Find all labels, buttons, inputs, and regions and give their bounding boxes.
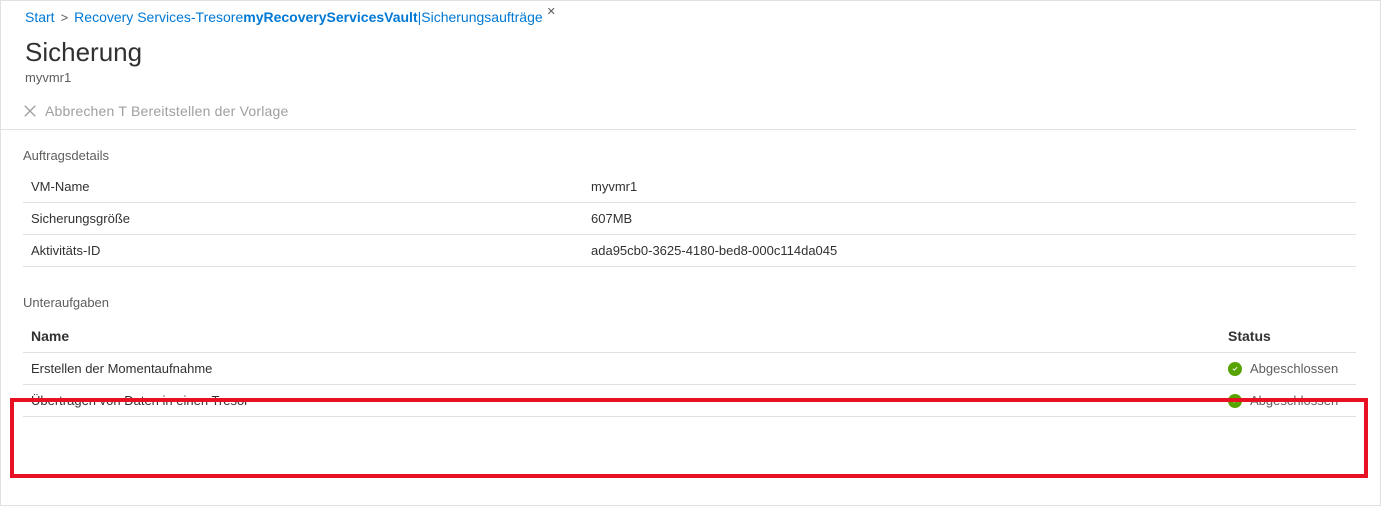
subtasks-section-label: Unteraufgaben <box>1 267 1380 318</box>
breadcrumb-vaults[interactable]: Recovery Services-Tresore <box>74 9 243 25</box>
check-circle-icon <box>1228 394 1242 408</box>
detail-key: Sicherungsgröße <box>31 211 591 226</box>
subtasks-header-status[interactable]: Status <box>1228 328 1348 344</box>
details-section-label: Auftragsdetails <box>1 130 1380 171</box>
cancel-deploy-label: Abbrechen T Bereitstellen der Vorlage <box>45 103 288 119</box>
toolbar: Abbrechen T Bereitstellen der Vorlage <box>1 97 1356 130</box>
subtasks-table: Name Status Erstellen der Momentaufnahme… <box>23 318 1356 417</box>
chevron-right-icon: > <box>61 10 69 25</box>
subtask-status-text: Abgeschlossen <box>1250 393 1338 408</box>
subtasks-header-row: Name Status <box>23 318 1356 353</box>
close-icon[interactable]: ✕ <box>547 5 556 18</box>
subtask-status-text: Abgeschlossen <box>1250 361 1338 376</box>
detail-key: Aktivitäts-ID <box>31 243 591 258</box>
subtask-status: Abgeschlossen <box>1228 361 1348 376</box>
detail-value: myvmr1 <box>591 179 1348 194</box>
breadcrumb: Start > Recovery Services-Tresore myReco… <box>1 1 1380 29</box>
details-table: VM-Name myvmr1 Sicherungsgröße 607MB Akt… <box>23 171 1356 267</box>
check-circle-icon <box>1228 362 1242 376</box>
page-title: Sicherung <box>1 29 1380 68</box>
subtasks-header-name[interactable]: Name <box>31 328 1228 344</box>
subtask-name: Übertragen von Daten in einen Tresor <box>31 393 1228 408</box>
subtask-row: Übertragen von Daten in einen Tresor Abg… <box>23 385 1356 417</box>
detail-key: VM-Name <box>31 179 591 194</box>
page-subtitle: myvmr1 <box>1 68 1380 97</box>
detail-value: ada95cb0-3625-4180-bed8-000c114da045 <box>591 243 1348 258</box>
detail-value: 607MB <box>591 211 1348 226</box>
details-row: Sicherungsgröße 607MB <box>23 203 1356 235</box>
subtask-status: Abgeschlossen <box>1228 393 1348 408</box>
subtask-row: Erstellen der Momentaufnahme Abgeschloss… <box>23 353 1356 385</box>
breadcrumb-vault-name[interactable]: myRecoveryServicesVault <box>243 9 417 25</box>
details-row: VM-Name myvmr1 <box>23 171 1356 203</box>
cancel-deploy-button[interactable]: Abbrechen T Bereitstellen der Vorlage <box>23 103 288 119</box>
breadcrumb-start[interactable]: Start <box>25 9 55 25</box>
breadcrumb-jobs[interactable]: Sicherungsaufträge <box>421 9 542 25</box>
subtasks-body: Erstellen der Momentaufnahme Abgeschloss… <box>23 353 1356 417</box>
details-row: Aktivitäts-ID ada95cb0-3625-4180-bed8-00… <box>23 235 1356 267</box>
subtask-name: Erstellen der Momentaufnahme <box>31 361 1228 376</box>
cancel-icon <box>23 104 37 118</box>
